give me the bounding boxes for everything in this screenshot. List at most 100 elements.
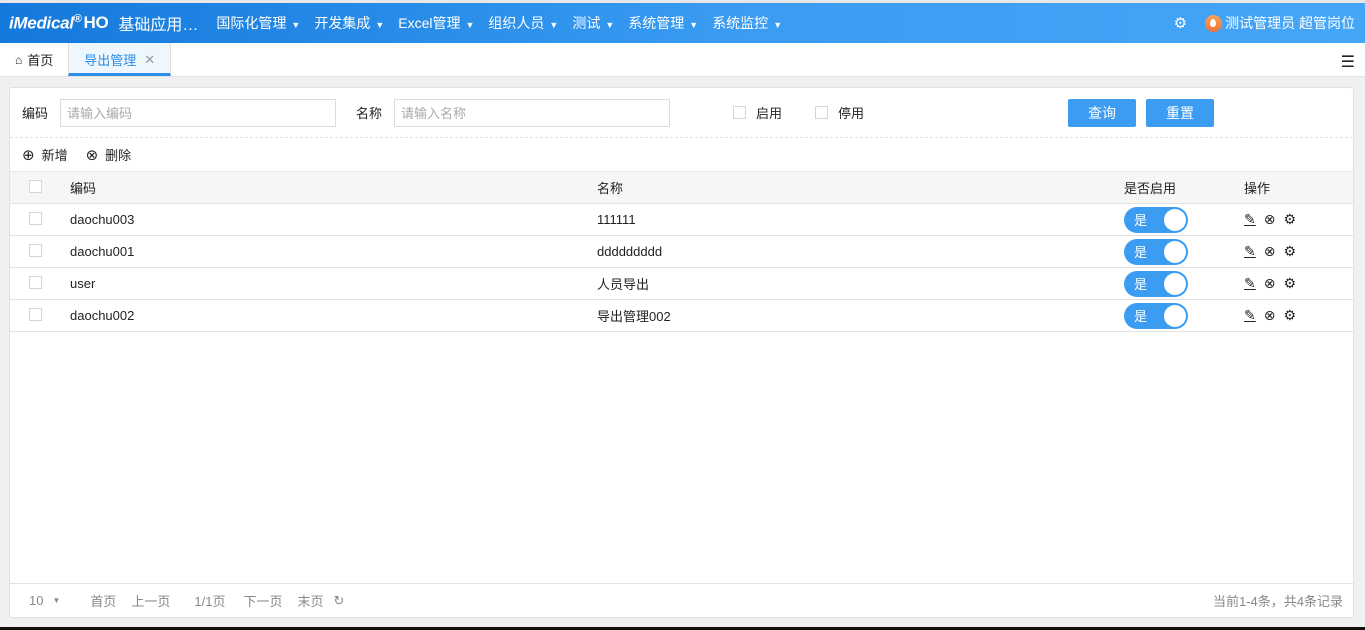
delete-label: 删除 [105,145,131,164]
name-label: 名称 [356,103,382,122]
edit-icon[interactable]: ✎ [1244,243,1256,259]
user-role[interactable]: 超管岗位 [1299,13,1355,33]
enabled-toggle[interactable]: 是 [1124,303,1188,329]
system-name[interactable]: 基础应用… [118,11,198,35]
toggle-label: 是 [1134,274,1147,293]
first-page-button[interactable]: 首页 [90,591,116,610]
column-header-code: 编码 [70,172,597,204]
menu-system-monitor[interactable]: 系统监控 ▼ [712,13,782,33]
delete-button[interactable]: ⊗ 删除 [86,145,132,164]
caret-down-icon: ▼ [773,20,782,30]
enabled-label: 启用 [756,103,782,122]
table-row[interactable]: daochu001 ddddddddd 是 ✎⊗⚙ [10,236,1353,268]
toggle-label: 是 [1134,242,1147,261]
pagination: 10▼ 首页 上一页 1/1页 下一页 末页 ↻ 当前1-4条，共4条记录 [10,583,1353,617]
data-table: 编码 名称 是否启用 操作 daochu003 111111 是 ✎⊗⚙ dao… [10,171,1353,332]
row-checkbox[interactable] [29,244,42,257]
record-summary: 当前1-4条，共4条记录 [1213,591,1343,610]
delete-circle-icon[interactable]: ⊗ [1264,211,1276,227]
checkbox[interactable] [733,106,746,119]
next-page-button[interactable]: 下一页 [244,591,283,610]
settings-gears-icon[interactable]: ⚙ [1283,243,1296,259]
menu-label: Excel管理 [398,15,460,31]
user-name[interactable]: 测试管理员 [1225,13,1295,33]
page-size-select[interactable]: 10 [29,593,43,608]
tab-label: 首页 [27,50,53,69]
cell-code: daochu002 [70,300,597,332]
table-row[interactable]: user 人员导出 是 ✎ ⊗ ⚙ [10,268,1353,300]
caret-down-icon: ▼ [466,20,475,30]
close-icon[interactable]: ✕ [144,52,155,68]
main-menu: 国际化管理▼ 开发集成▼ Excel管理▼ 组织人员▼ 测试▼ 系统管理▼ 系统… [216,13,796,33]
row-checkbox[interactable] [29,308,42,321]
settings-gear-icon[interactable]: ⚙ [1174,14,1187,32]
reset-button[interactable]: 重置 [1146,99,1214,127]
toolbar: ⊕新增 ⊗ 删除 [10,138,1353,171]
toggle-label: 是 [1134,210,1147,229]
menu-test[interactable]: 测试▼ [572,13,614,33]
menu-hamburger-icon[interactable]: ☰ [1341,52,1355,72]
edit-icon[interactable]: ✎ [1244,275,1256,291]
cell-code: daochu003 [70,204,597,236]
disabled-checkbox[interactable]: 停用 [815,103,864,122]
enabled-toggle[interactable]: 是 [1124,207,1188,233]
edit-icon[interactable]: ✎ [1244,211,1256,227]
prev-page-button[interactable]: 上一页 [131,591,170,610]
table-row[interactable]: daochu003 111111 是 ✎⊗⚙ [10,204,1353,236]
select-all-checkbox[interactable] [29,180,42,193]
settings-gears-icon[interactable]: ⚙ [1283,275,1296,291]
column-header-enabled: 是否启用 [1124,172,1244,204]
logo: iMedical®HO [9,13,108,34]
row-checkbox[interactable] [29,276,42,289]
column-header-name: 名称 [597,172,1124,204]
add-label: 新增 [42,145,68,164]
code-input[interactable]: 请输入编码 [60,99,336,127]
enabled-toggle[interactable]: 是 [1124,239,1188,265]
refresh-icon[interactable]: ↻ [334,593,345,609]
menu-label: 系统监控 [712,15,768,31]
cell-code: user [70,268,597,300]
menu-label: 测试 [572,15,600,31]
enabled-checkbox[interactable]: 启用 [733,103,782,122]
menu-dev-integration[interactable]: 开发集成 ▼ [314,13,384,33]
settings-gears-icon[interactable]: ⚙ [1283,307,1296,323]
caret-down-icon: ▼ [375,20,384,30]
x-circle-icon: ⊗ [86,146,99,164]
logo-suffix: HO [84,13,109,32]
home-icon: ⌂ [15,53,22,67]
menu-label: 组织人员 [488,15,544,31]
cell-name: 导出管理002 [597,300,1124,332]
menu-org-people[interactable]: 组织人员 ▼ [488,13,558,33]
menu-excel[interactable]: Excel管理 ▼ [398,13,474,33]
enabled-toggle[interactable]: 是 [1124,271,1188,297]
user-avatar[interactable] [1205,15,1222,32]
delete-circle-icon[interactable]: ⊗ [1264,275,1276,291]
edit-icon[interactable]: ✎ [1244,307,1256,323]
tab-export-management[interactable]: 导出管理 ✕ [68,43,171,76]
caret-down-icon[interactable]: ▼ [52,596,60,605]
logo-mark: ® [74,13,82,25]
row-checkbox[interactable] [29,212,42,225]
delete-circle-icon[interactable]: ⊗ [1264,307,1276,323]
cell-name: 人员导出 [597,268,1124,300]
checkbox[interactable] [815,106,828,119]
menu-label: 系统管理 [628,15,684,31]
tab-label: 导出管理 [84,50,136,69]
menu-label: 国际化管理 [216,15,286,31]
last-page-button[interactable]: 末页 [298,591,324,610]
add-button[interactable]: ⊕新增 [22,145,68,164]
table-row[interactable]: daochu002 导出管理002 是 ✎ ⊗ ⚙ [10,300,1353,332]
query-button[interactable]: 查询 [1068,99,1136,127]
caret-down-icon: ▼ [549,20,558,30]
settings-gears-icon[interactable]: ⚙ [1283,211,1296,227]
menu-system-admin[interactable]: 系统管理 ▼ [628,13,698,33]
logo-text: iMedical [9,13,74,32]
menu-i18n[interactable]: 国际化管理▼ [216,13,300,33]
menu-label: 开发集成 [314,15,370,31]
name-input[interactable]: 请输入名称 [394,99,670,127]
caret-down-icon: ▼ [689,20,698,30]
code-label: 编码 [22,103,48,122]
delete-circle-icon[interactable]: ⊗ [1264,243,1276,259]
cell-name: ddddddddd [597,236,1124,268]
tab-home[interactable]: ⌂ 首页 [0,43,68,76]
